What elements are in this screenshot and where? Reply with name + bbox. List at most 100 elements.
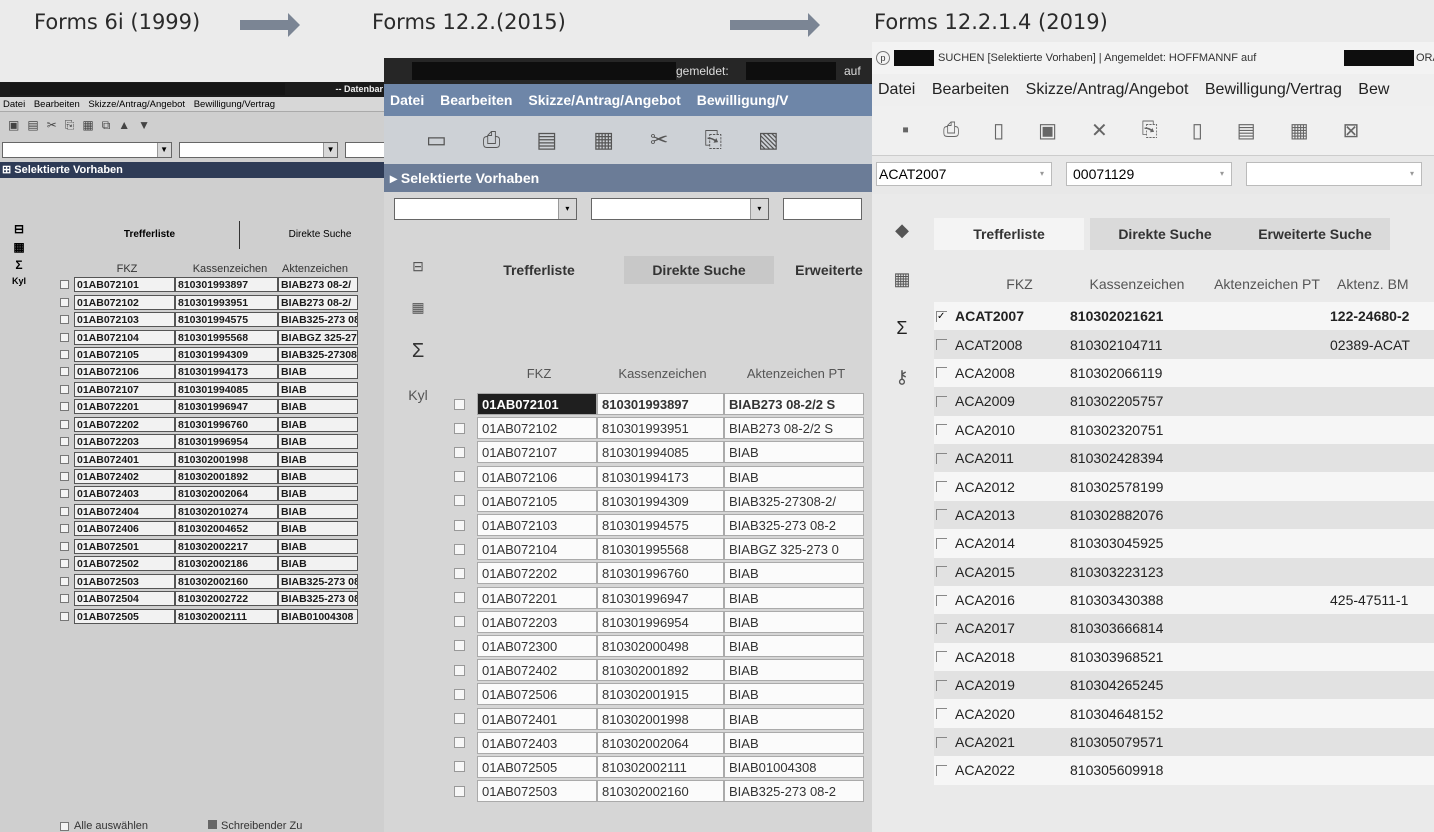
row-checkbox[interactable] [60, 454, 69, 464]
table-cell[interactable]: 01AB072102 [74, 294, 175, 310]
table-cell[interactable]: BIAB273 08-2/2 S [724, 393, 864, 416]
row-checkbox[interactable] [936, 622, 947, 634]
table-cell[interactable]: 810305609918 [1070, 762, 1200, 778]
chevron-down-icon[interactable]: ▾ [1033, 163, 1051, 185]
table-cell[interactable]: 810302001892 [175, 469, 278, 485]
combo-fkz[interactable]: ▼ [2, 142, 172, 158]
query-icon[interactable]: ▤ [1237, 118, 1256, 143]
table-cell[interactable]: 810301994085 [175, 381, 278, 397]
table-row[interactable]: 01AB072201 810301996947 BIAB [60, 398, 358, 415]
table-row[interactable]: ✓ ACAT2007 810302021621 122-24680-2 [934, 302, 1434, 331]
table-row[interactable]: 01AB072403 810302002064 BIAB [60, 485, 358, 502]
table-cell[interactable]: 01AB072505 [477, 755, 597, 778]
table-cell[interactable]: 01AB072501 [74, 538, 175, 554]
table-cell[interactable]: ACA2013 [955, 507, 1070, 523]
tab-direkte-suche[interactable]: Direkte Suche [1090, 218, 1240, 250]
table-cell[interactable]: 01AB072103 [477, 514, 597, 537]
table-cell[interactable]: 810303666814 [1070, 620, 1200, 636]
table-cell[interactable]: BIAB01004308 [724, 755, 864, 778]
menu-datei[interactable]: Datei [390, 92, 424, 108]
table-row[interactable]: 01AB072102 810301993951 BIAB273 08-2/ [60, 293, 358, 310]
row-checkbox[interactable] [60, 280, 69, 290]
table-cell[interactable]: 01AB072503 [477, 780, 597, 803]
table-cell[interactable]: 810302002111 [175, 608, 278, 624]
table-cell[interactable]: BIAB325-273 08 [278, 573, 358, 589]
report-icon[interactable]: ▦ [411, 299, 424, 316]
table-cell[interactable]: 810301996954 [597, 610, 724, 633]
table-cell[interactable]: 810302002217 [175, 538, 278, 554]
table-row[interactable]: 01AB072505 810302002111 BIAB01004308 [60, 607, 358, 624]
table-cell[interactable]: ACA2009 [955, 393, 1070, 409]
table-row[interactable]: 01AB072503 810302002160 BIAB325-273 08-2 [454, 779, 864, 803]
table-cell[interactable]: ACA2020 [955, 706, 1070, 722]
menu-bearbeiten[interactable]: Bearbeiten [932, 81, 1009, 98]
table-cell[interactable]: 01AB072106 [74, 364, 175, 380]
row-checkbox[interactable] [936, 736, 947, 748]
paste-icon[interactable]: ▦ [82, 118, 93, 132]
table-row[interactable]: 01AB072101 810301993897 BIAB273 08-2/ [60, 276, 358, 293]
row-checkbox[interactable] [60, 506, 69, 516]
table-row[interactable]: 01AB072106 810301994173 BIAB [454, 465, 864, 489]
tab-trefferliste[interactable]: Trefferliste [934, 218, 1084, 250]
table-row[interactable]: 01AB072102 810301993951 BIAB273 08-2/2 S [454, 416, 864, 440]
row-checkbox[interactable] [454, 446, 465, 458]
row-checkbox[interactable] [936, 594, 947, 606]
table-row[interactable]: 01AB072101 810301993897 BIAB273 08-2/2 S [454, 392, 864, 416]
table-cell[interactable]: 810301996760 [597, 562, 724, 585]
table-cell[interactable]: BIAB [278, 556, 358, 572]
table-cell[interactable]: 01AB072203 [74, 434, 175, 450]
table-cell[interactable]: 810302001892 [597, 659, 724, 682]
table-row[interactable]: 01AB072105 810301994309 BIAB325-27308 [60, 346, 358, 363]
save-icon[interactable]: ▪ [902, 119, 909, 142]
table-cell[interactable]: 01AB072106 [477, 465, 597, 488]
table-cell[interactable]: 01AB072101 [477, 393, 597, 416]
table-cell[interactable]: 810302010274 [175, 503, 278, 519]
table-cell[interactable]: 810304648152 [1070, 706, 1200, 722]
row-checkbox[interactable] [60, 384, 69, 394]
row-checkbox[interactable] [936, 537, 947, 549]
menu-datei[interactable]: Datei [878, 81, 915, 98]
table-row[interactable]: ACA2009 810302205757 [934, 387, 1434, 416]
table-cell[interactable]: 810301993897 [175, 277, 278, 293]
row-checkbox[interactable] [936, 481, 947, 493]
table-cell[interactable]: BIAB [724, 610, 864, 633]
sum-icon[interactable]: Σ [15, 258, 22, 272]
cut-icon[interactable]: ✂ [47, 118, 57, 132]
tab-direkte-suche[interactable]: Direkte Suche [250, 221, 387, 249]
table-row[interactable]: 01AB072105 810301994309 BIAB325-27308-2/ [454, 489, 864, 513]
table-cell[interactable]: 01AB072506 [477, 683, 597, 706]
row-checkbox[interactable] [60, 576, 69, 586]
table-cell[interactable]: 01AB072107 [74, 381, 175, 397]
menu-skizze[interactable]: Skizze/Antrag/Angebot [528, 92, 680, 108]
table-cell[interactable]: 810302002160 [175, 573, 278, 589]
filter-icon[interactable]: ⊟ [412, 258, 424, 275]
copy-icon[interactable]: ⎘ [65, 118, 75, 133]
table-cell[interactable]: BIAB [278, 434, 358, 450]
row-checkbox[interactable]: ✓ [936, 310, 947, 322]
table-cell[interactable]: 810302002064 [597, 731, 724, 754]
table-cell[interactable]: 01AB072105 [74, 346, 175, 362]
menu-bew[interactable]: Bew [1358, 81, 1389, 98]
row-checkbox[interactable] [454, 471, 465, 483]
table-row[interactable]: ACA2008 810302066119 [934, 358, 1434, 388]
down-arrow-icon[interactable]: ▼ [138, 118, 150, 132]
table-cell[interactable]: 810303430388 [1070, 592, 1200, 608]
combo-fkz[interactable]: ▾ [394, 198, 577, 220]
col-aktenzeichen-pt[interactable]: Aktenzeichen PT [1197, 276, 1337, 292]
menu-bewilligung[interactable]: Bewilligung/Vertrag [1205, 81, 1342, 98]
menu-skizze[interactable]: Skizze/Antrag/Angebot [88, 99, 185, 110]
table-cell[interactable]: 01AB072403 [74, 486, 175, 502]
table-cell[interactable]: 01AB072406 [74, 521, 175, 537]
table-cell[interactable]: 01AB072401 [477, 707, 597, 730]
table-row[interactable]: 01AB072104 810301995568 BIABGZ 325-27 [60, 328, 358, 345]
table-cell[interactable]: BIAB [724, 683, 864, 706]
table-cell[interactable]: BIABGZ 325-27 [278, 329, 358, 345]
table-row[interactable]: 01AB072402 810302001892 BIAB [454, 658, 864, 682]
table-cell[interactable]: 810302066119 [1070, 365, 1200, 381]
table-cell[interactable]: BIAB [724, 707, 864, 730]
table-cell[interactable]: 810301996947 [597, 586, 724, 609]
row-checkbox[interactable] [454, 713, 465, 725]
tab-erweiterte[interactable]: Erweiterte [774, 256, 872, 284]
table-cell[interactable]: 01AB072401 [74, 451, 175, 467]
table-row[interactable]: ACA2022 810305609918 [934, 756, 1434, 785]
